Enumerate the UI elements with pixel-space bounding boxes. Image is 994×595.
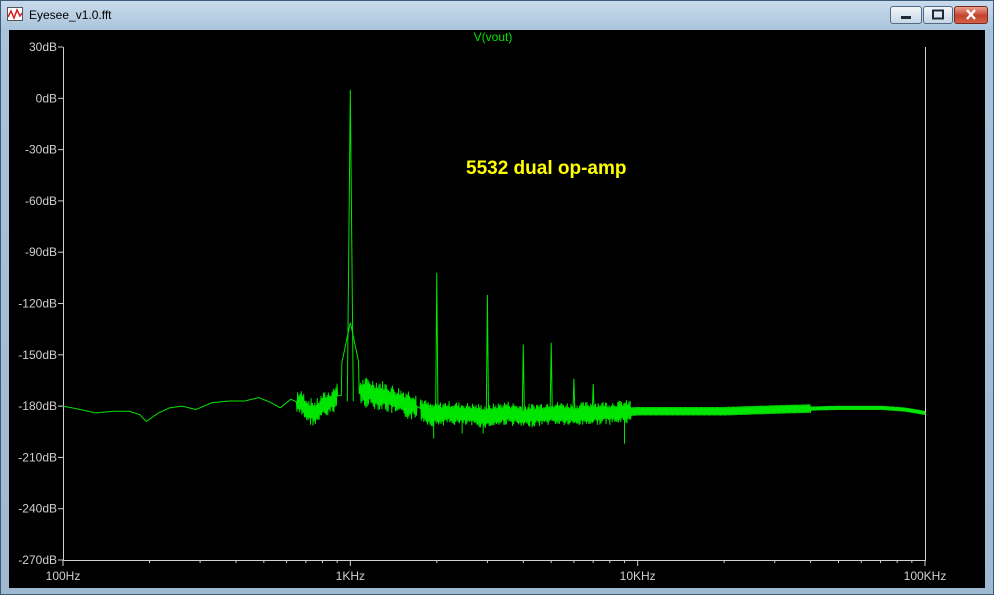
y-tick-label: -60dB <box>25 194 57 208</box>
x-tick-label: 100Hz <box>46 569 81 583</box>
trace-group <box>62 89 926 444</box>
y-tick-label: 0dB <box>36 91 57 105</box>
x-tick-label: 1KHz <box>336 569 365 583</box>
close-icon <box>966 9 976 20</box>
x-axis: 100Hz 1KHz 10KHz 100KHz <box>46 560 947 583</box>
y-tick-label: -120dB <box>18 297 57 311</box>
y-tick-label: -90dB <box>25 245 57 259</box>
x-tick-label: 100KHz <box>904 569 947 583</box>
maximize-icon <box>932 9 944 20</box>
trace-peak <box>346 89 354 402</box>
y-tick-label: 30dB <box>29 40 57 54</box>
minimize-icon <box>901 16 911 19</box>
trace-title[interactable]: V(vout) <box>474 30 513 44</box>
y-tick-label: -30dB <box>25 143 57 157</box>
maximize-button[interactable] <box>923 6 953 24</box>
x-tick-label: 10KHz <box>620 569 656 583</box>
plot-pane[interactable]: V(vout) 30dB 0dB -30dB -60dB -90dB -120dB -150… <box>9 30 985 588</box>
y-tick-label: -240dB <box>18 502 57 516</box>
title-bar[interactable]: Eyesee_v1.0.fft <box>1 1 993 29</box>
minimize-button[interactable] <box>890 6 922 24</box>
chart-annotation: 5532 dual op-amp <box>466 158 627 179</box>
application-window: Eyesee_v1.0.fft V(vout) 30dB 0dB -30dB -60d… <box>0 0 994 595</box>
close-button[interactable] <box>954 6 988 24</box>
y-tick-label: -210dB <box>18 450 57 464</box>
trace-noise-floor <box>62 321 926 428</box>
window-title: Eyesee_v1.0.fft <box>29 8 112 22</box>
fft-chart: V(vout) 30dB 0dB -30dB -60dB -90dB -120dB -150… <box>18 30 947 583</box>
trace-peak <box>485 294 490 424</box>
waveform-app-icon <box>7 7 23 21</box>
trace-peak <box>435 272 439 421</box>
y-axis: 30dB 0dB -30dB -60dB -90dB -120dB -150dB -180dB… <box>18 40 63 567</box>
y-tick-label: -270dB <box>18 553 57 567</box>
y-tick-label: -180dB <box>18 399 57 413</box>
y-tick-label: -150dB <box>18 348 57 362</box>
